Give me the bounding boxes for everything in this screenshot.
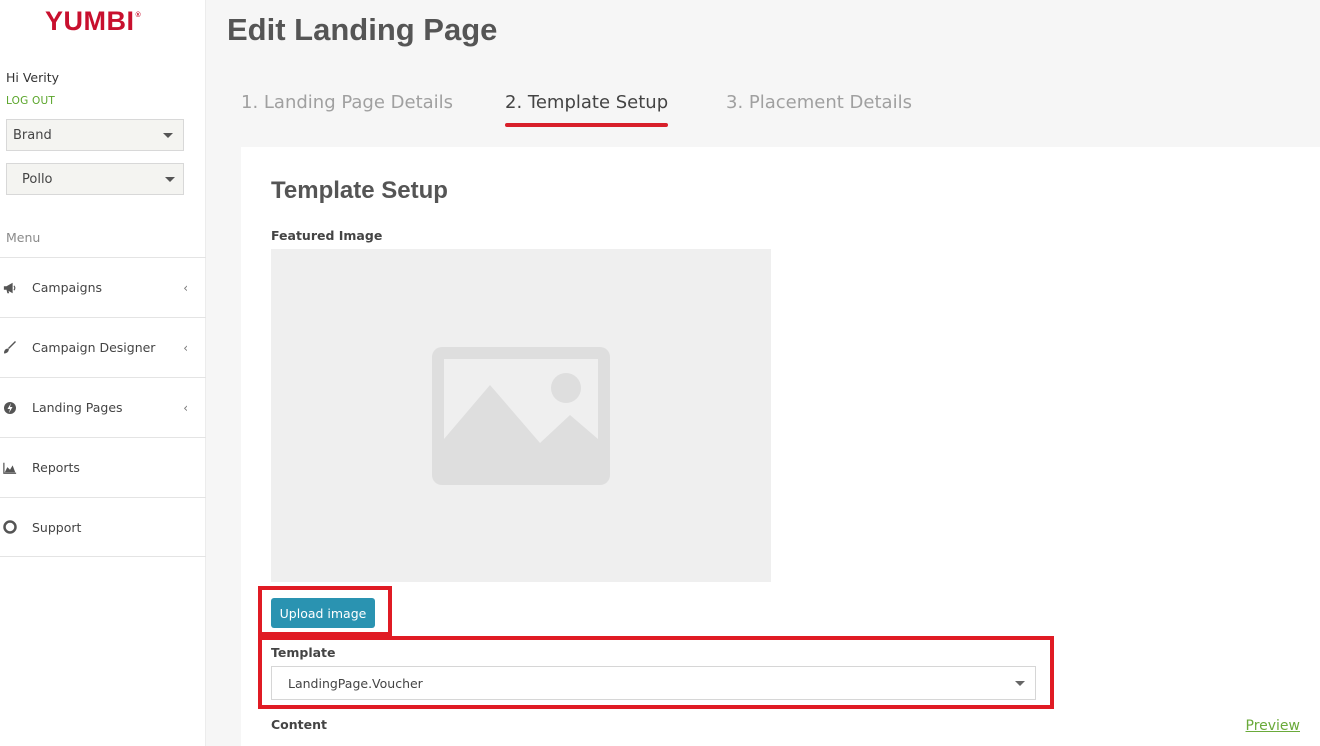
sidebar-item-label: Landing Pages <box>32 400 123 415</box>
sidebar-item-campaigns[interactable]: Campaigns ‹ <box>0 257 206 317</box>
user-greeting: Hi Verity <box>6 70 60 85</box>
chevron-left-icon: ‹ <box>183 280 188 295</box>
chevron-left-icon: ‹ <box>183 340 188 355</box>
sidebar-item-landing-pages[interactable]: Landing Pages ‹ <box>0 377 206 437</box>
sidebar-item-campaign-designer[interactable]: Campaign Designer ‹ <box>0 317 206 377</box>
sidebar-item-reports[interactable]: Reports <box>0 437 206 497</box>
section-title: Template Setup <box>271 177 448 204</box>
megaphone-icon <box>3 281 17 295</box>
tab-placement-details[interactable]: 3. Placement Details <box>726 92 912 113</box>
featured-image-label: Featured Image <box>271 228 383 243</box>
store-select-value: Pollo <box>22 171 53 187</box>
sidebar: YUMBI® Hi Verity LOG OUT Brand Pollo Men… <box>0 0 206 746</box>
tab-landing-page-details[interactable]: 1. Landing Page Details <box>241 92 453 113</box>
chart-icon <box>3 461 17 475</box>
template-select[interactable]: LandingPage.Voucher <box>271 666 1036 700</box>
featured-image-placeholder <box>271 249 771 582</box>
store-select[interactable]: Pollo <box>6 163 184 195</box>
yumbi-logo[interactable]: YUMBI® <box>45 6 141 37</box>
chevron-down-icon <box>1015 680 1025 686</box>
template-label: Template <box>271 645 336 660</box>
menu-label: Menu <box>6 230 41 245</box>
upload-image-button[interactable]: Upload image <box>271 598 375 628</box>
template-setup-card: Template Setup Featured Image Upload ima… <box>241 147 1320 746</box>
preview-link[interactable]: Preview <box>1246 718 1301 734</box>
brand-select[interactable]: Brand <box>6 119 184 151</box>
page-title: Edit Landing Page <box>227 12 498 47</box>
tab-template-setup[interactable]: 2. Template Setup <box>505 92 669 127</box>
sidebar-item-label: Campaign Designer <box>32 340 156 355</box>
brush-icon <box>3 340 17 355</box>
brand-select-value: Brand <box>13 127 52 143</box>
template-select-value: LandingPage.Voucher <box>288 675 423 691</box>
chevron-left-icon: ‹ <box>183 400 188 415</box>
sidebar-item-label: Campaigns <box>32 280 103 295</box>
chevron-down-icon <box>165 176 175 182</box>
lightning-icon <box>3 401 17 415</box>
image-placeholder-icon <box>432 346 610 485</box>
sidebar-menu: Campaigns ‹ Campaign Designer ‹ Landing … <box>0 257 206 557</box>
sidebar-item-support[interactable]: Support <box>0 497 206 557</box>
chevron-down-icon <box>163 132 173 138</box>
content-label: Content <box>271 717 327 732</box>
lifebuoy-icon <box>3 520 17 534</box>
logout-link[interactable]: LOG OUT <box>6 95 55 107</box>
sidebar-item-label: Reports <box>32 460 80 475</box>
sidebar-item-label: Support <box>32 519 82 535</box>
